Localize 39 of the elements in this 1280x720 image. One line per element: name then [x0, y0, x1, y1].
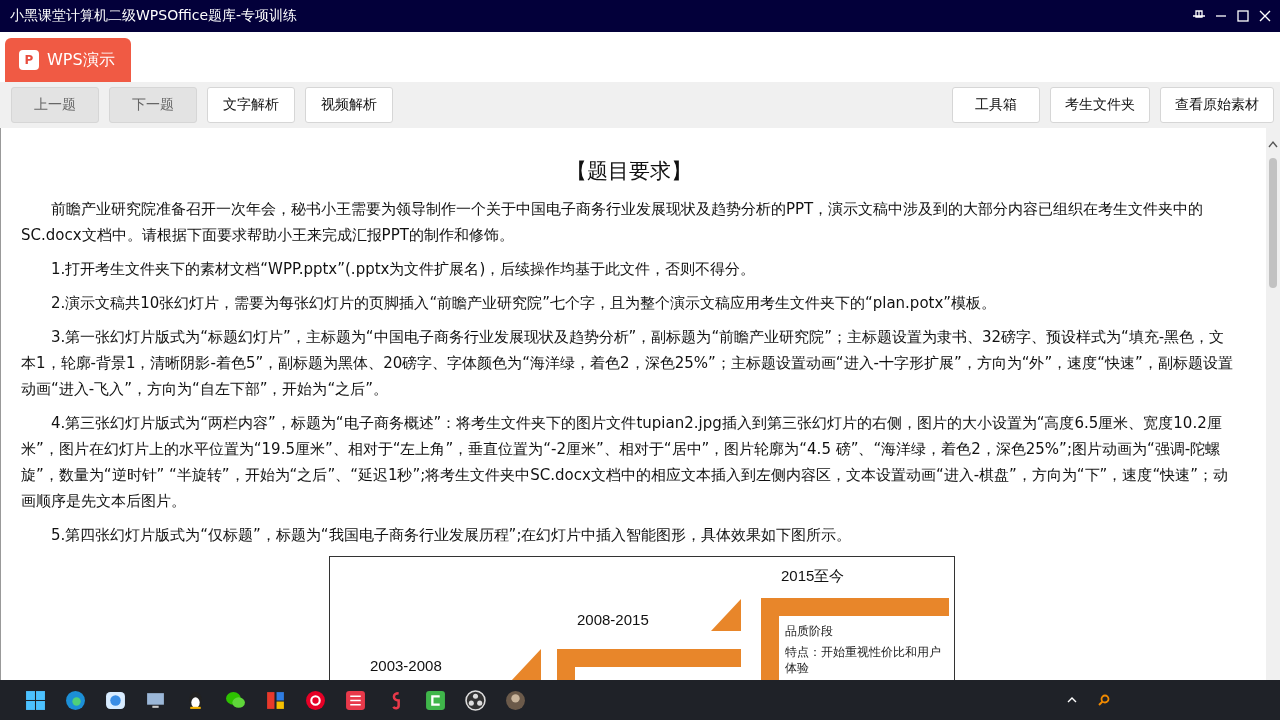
toolbar-button[interactable]: 查看原始素材 [1160, 87, 1274, 123]
scrollbar-thumb[interactable] [1269, 158, 1277, 288]
stage-year: 2003-2008 [370, 657, 442, 674]
windows-start-icon[interactable] [25, 689, 46, 711]
paragraph: 前瞻产业研究院准备召开一次年会，秘书小王需要为领导制作一个关于中国电子商务行业发展现状及趋势分析的PPT，演示文稿中涉及到的大部分内容已组织在考生文件夹中的SC.docx文档中。请根据下面要求帮助小王来完成汇报PPT的制作和修饰。 [21, 199, 1205, 246]
triangle-drawing [711, 599, 741, 631]
toolbar-button[interactable]: 文字解析 [207, 87, 295, 123]
toolbar-button[interactable]: 视频解析 [305, 87, 393, 123]
bookmark-app-icon[interactable] [265, 689, 286, 711]
document-heading: 【题目要求】 [564, 158, 693, 185]
paragraph: 3.第一张幻灯片版式为“标题幻灯片”，主标题为“中国电子商务行业发展现状及趋势分析”，副标题为“前瞻产业研究院”；主标题设置为隶书、32磅字、预设样式为“填充-黑色，文本1，轮廓-背景1，清晰阴影-着色5”，副标题为黑体、20磅字、字体颜色为“海洋绿，着色2，深色25%”；主标题设置动画“进入-十字形扩展”，方向为“外”，速度“快速”，副标题设置动画“进入-飞入”，方向为“自左下部”，开始为“之后”。 [21, 327, 1234, 400]
stage-text: 特点：开始重视性价比和用户体验 [785, 644, 942, 676]
paragraph: 2.演示文稿共10张幻灯片，需要为每张幻灯片的页脚插入“前瞻产业研究院”七个字，且为整个演示文稿应用考生文件夹下的“plan.potx”模板。 [50, 293, 998, 314]
stage-year: 2008-2015 [577, 611, 649, 628]
app-tab-label: WPS演示 [47, 49, 115, 71]
music-app-icon[interactable] [305, 689, 326, 711]
wps-logo-icon: P [19, 50, 39, 70]
stage-text: 品质阶段 [785, 623, 834, 640]
paragraph: 1.打开考生文件夹下的素材文档“WPP.pptx”(.pptx为文件扩展名)，后续操作均基于此文件，否则不得分。 [50, 259, 757, 280]
paragraph: 5.第四张幻灯片版式为“仅标题”，标题为“我国电子商务行业发展历程”;在幻灯片中插入智能图形，具体效果如下图所示。 [50, 525, 853, 546]
bracket-app-icon[interactable] [425, 689, 446, 711]
toolbar-button[interactable]: 考生文件夹 [1050, 87, 1150, 123]
browser-icon[interactable] [65, 689, 86, 711]
search-icon[interactable] [1098, 694, 1110, 706]
triangle-drawing [511, 649, 541, 680]
window-title: 小黑课堂计算机二级WPSOffice题库-专项训练 [10, 7, 298, 25]
list-app-icon[interactable] [345, 689, 366, 711]
recorder-icon[interactable] [465, 689, 486, 711]
scroll-up-icon[interactable] [1268, 140, 1278, 148]
photo-app-icon[interactable] [105, 689, 126, 711]
chat-icon[interactable] [225, 689, 246, 711]
avatar-icon[interactable] [505, 689, 526, 711]
maximize-icon[interactable] [1236, 9, 1250, 23]
stage-year: 2015至今 [781, 567, 845, 586]
paragraph: 4.第三张幻灯片版式为“两栏内容”，标题为“电子商务概述”：将考生文件夹下的图片文件tupian2.jpg插入到第三张幻灯片的右侧，图片的大小设置为“高度6.5厘米、宽度10.2厘米”，图片在幻灯片上的水平位置为“19.5厘米”、相对于“左上角”，垂直位置为“-2厘米”、相对于“居中”，图片轮廓为“4.5 磅”、“海洋绿，着色2，深色25%”;图片动画为“强调-陀螺旋”，数量为“逆时针” “半旋转”，开始为“之后”、“延迟1秒”;将考生文件夹中SC.docx文档中的相应文本插入到左侧内容区，文本设置动画“进入-棋盘”，方向为“下”，速度“快速”；动画顺序是先文本后图片。 [21, 413, 1229, 512]
close-icon[interactable] [1258, 9, 1272, 23]
toolbar-button[interactable]: 工具箱 [952, 87, 1040, 123]
app-tab[interactable]: P WPS演示 [5, 38, 131, 82]
scrollbar[interactable] [1266, 128, 1280, 680]
